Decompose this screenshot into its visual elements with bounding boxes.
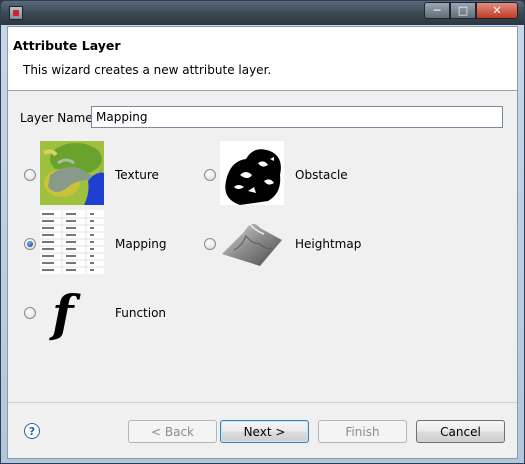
help-icon[interactable]: ?: [24, 423, 40, 439]
function-radio[interactable]: [24, 307, 36, 319]
window-controls: ─ □ ✕: [424, 2, 518, 20]
function-label: Function: [115, 306, 167, 320]
close-button[interactable]: ✕: [476, 2, 518, 19]
wizard-title: Attribute Layer: [13, 38, 121, 53]
layer-name-input[interactable]: [91, 106, 503, 128]
heightmap-surface-image: [220, 210, 284, 274]
mapping-label: Mapping: [115, 237, 167, 251]
wizard-description: This wizard creates a new attribute laye…: [23, 63, 272, 77]
back-button[interactable]: < Back: [128, 420, 217, 443]
obstacle-map-image: [220, 141, 284, 205]
layer-name-label: Layer Name:: [20, 111, 97, 125]
wizard-window: ─ □ ✕ Attribute Layer This wizard create…: [0, 0, 525, 464]
next-button[interactable]: Next >: [220, 420, 309, 443]
wizard-client-area: Attribute Layer This wizard creates a ne…: [7, 26, 518, 459]
button-bar-separator: [8, 402, 517, 403]
texture-map-image: [40, 141, 104, 205]
maximize-button[interactable]: □: [450, 2, 476, 19]
heightmap-radio[interactable]: [204, 238, 216, 250]
mapping-radio[interactable]: [24, 238, 36, 250]
function-f-icon: f: [40, 279, 104, 343]
svg-text:f: f: [49, 284, 81, 343]
obstacle-radio[interactable]: [204, 169, 216, 181]
cancel-button[interactable]: Cancel: [416, 420, 505, 443]
app-icon: [9, 6, 23, 20]
obstacle-label: Obstacle: [295, 168, 348, 182]
minimize-button[interactable]: ─: [424, 2, 450, 19]
mapping-table-image: [40, 210, 104, 274]
heightmap-label: Heightmap: [295, 237, 362, 251]
texture-label: Texture: [115, 168, 159, 182]
wizard-banner: Attribute Layer This wizard creates a ne…: [8, 27, 517, 91]
texture-radio[interactable]: [24, 169, 36, 181]
title-bar[interactable]: ─ □ ✕: [1, 1, 524, 25]
finish-button[interactable]: Finish: [318, 420, 407, 443]
